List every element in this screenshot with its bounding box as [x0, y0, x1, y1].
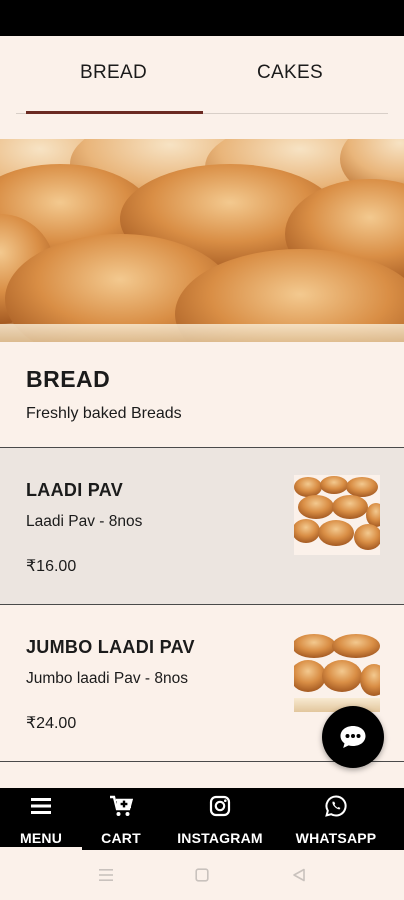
nav-menu-label: MENU [19, 830, 63, 846]
nav-instagram[interactable]: INSTAGRAM [168, 788, 272, 850]
nav-cart[interactable]: CART [82, 788, 160, 850]
section-header: BREAD Freshly baked Breads [0, 342, 404, 448]
nav-cart-label: CART [101, 830, 141, 846]
product-image [294, 475, 380, 555]
nav-whatsapp-label: WHATSAPP [295, 830, 377, 846]
nav-menu[interactable]: MENU [0, 788, 82, 850]
product-description: Jumbo laadi Pav - 8nos [26, 670, 188, 687]
category-tabs: BREAD CAKES [0, 36, 404, 114]
bottom-navigation: MENU CART INSTAGRAM WHATSAPP [0, 788, 404, 850]
nav-instagram-label: INSTAGRAM [177, 830, 263, 846]
section-subtitle: Freshly baked Breads [26, 405, 182, 422]
cart-icon [110, 795, 133, 816]
tab-bread[interactable]: BREAD [80, 62, 147, 84]
tab-active-indicator [26, 111, 203, 114]
tab-cakes[interactable]: CAKES [257, 62, 323, 84]
whatsapp-icon [325, 795, 347, 817]
product-description: Laadi Pav - 8nos [26, 513, 143, 530]
instagram-icon [209, 795, 231, 817]
status-bar [0, 0, 404, 36]
chat-bubble-icon [340, 726, 366, 748]
menu-icon [31, 798, 51, 814]
bread-hero-image [0, 139, 404, 342]
section-title: BREAD [26, 366, 111, 392]
system-navigation-bar [0, 850, 404, 900]
chat-button[interactable] [322, 706, 384, 768]
product-image [294, 632, 380, 712]
recent-apps-icon[interactable] [98, 868, 114, 882]
product-price: ₹24.00 [26, 715, 77, 732]
product-name: JUMBO LAADI PAV [26, 637, 195, 657]
back-icon[interactable] [292, 868, 306, 882]
home-icon[interactable] [195, 868, 209, 882]
product-price: ₹16.00 [26, 558, 77, 575]
nav-whatsapp[interactable]: WHATSAPP [286, 788, 386, 850]
product-item-laadi-pav[interactable]: LAADI PAV Laadi Pav - 8nos ₹16.00 [0, 448, 404, 605]
product-name: LAADI PAV [26, 480, 124, 500]
